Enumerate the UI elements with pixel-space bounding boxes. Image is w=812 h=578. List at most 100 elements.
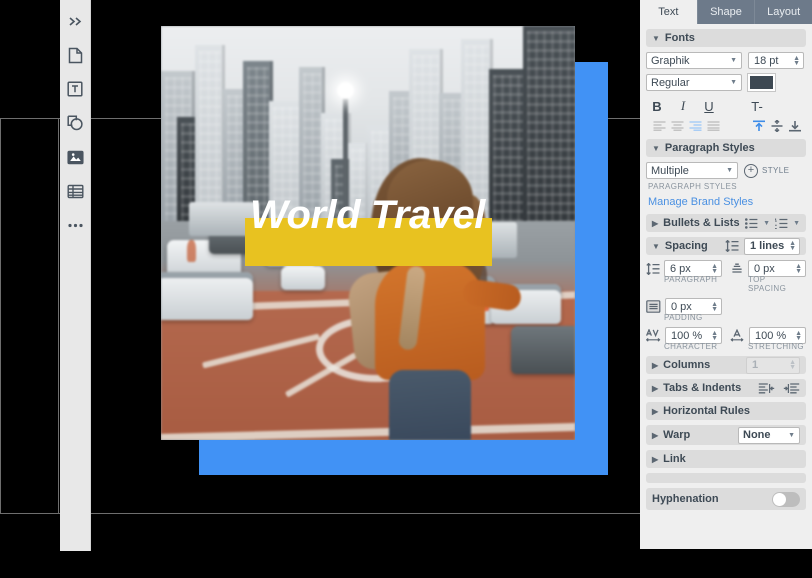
caret-down-icon: ▼: [652, 241, 660, 251]
font-size-value: 18 pt: [754, 54, 779, 67]
section-horizontal-rules-header[interactable]: ▶ Horizontal Rules: [646, 402, 806, 420]
numbered-list-icon[interactable]: [775, 218, 788, 229]
align-left-button[interactable]: [650, 119, 668, 133]
bulleted-list-dropdown[interactable]: ▼: [763, 220, 770, 227]
section-link-header[interactable]: ▶ Link: [646, 450, 806, 468]
padding-icon: [646, 300, 661, 313]
page-tool-button[interactable]: [60, 38, 91, 72]
vehicle: [161, 272, 253, 320]
chevron-down-icon: ▼: [730, 57, 737, 64]
page-icon: [68, 47, 83, 64]
left-toolbar[interactable]: [60, 0, 91, 551]
valign-bottom-button[interactable]: [786, 119, 804, 133]
character-spacing-value: 100 %: [671, 329, 703, 342]
panel-body: ▼ Fonts Graphik ▼ 18 pt ▲ ▼ Regular ▼ B I…: [640, 24, 812, 510]
caret-down-icon: ▼: [652, 33, 660, 43]
panel-tabs[interactable]: Text Shape Layout: [640, 0, 812, 24]
font-style-select[interactable]: Regular ▼: [646, 74, 742, 91]
valign-top-button[interactable]: [750, 119, 768, 133]
align-justify-button[interactable]: [704, 119, 722, 133]
section-paragraph-styles-title: Paragraph Styles: [664, 142, 755, 154]
add-style-label: STYLE: [762, 166, 790, 175]
more-tools-button[interactable]: [60, 208, 91, 242]
tab-layout[interactable]: Layout: [755, 0, 812, 24]
bold-button[interactable]: B: [650, 99, 664, 114]
text-box-icon: [67, 81, 83, 97]
section-tabs-indents-title: Tabs & Indents: [663, 382, 742, 394]
chevron-down-icon: ▼: [730, 79, 737, 86]
section-columns-header[interactable]: ▶ Columns 1 ▲ ▼: [646, 356, 806, 374]
section-warp-title: Warp: [663, 429, 691, 441]
jeans: [389, 370, 472, 440]
section-spacing-header[interactable]: ▼ Spacing 1 lines ▲ ▼: [646, 237, 806, 255]
paragraph-styles-caption: PARAGRAPH STYLES: [648, 182, 737, 191]
tab-text[interactable]: Text: [640, 0, 698, 24]
spacing-fields-row3: 100 % ▲ ▼ CHARACTER 100 % ▲ ▼ STRETCHING: [646, 327, 806, 356]
italic-button[interactable]: I: [676, 98, 690, 114]
section-link-title: Link: [663, 453, 686, 465]
top-spacing-icon: [730, 263, 744, 275]
section-paragraph-styles-header[interactable]: ▼ Paragraph Styles: [646, 139, 806, 157]
expand-panel-button[interactable]: [60, 4, 91, 38]
stretching-value: 100 %: [755, 329, 787, 342]
section-spacing-title: Spacing: [664, 240, 708, 252]
decrease-indent-icon[interactable]: [758, 382, 775, 394]
font-family-row: Graphik ▼ 18 pt ▲ ▼: [646, 52, 806, 69]
font-color-swatch[interactable]: [748, 74, 775, 91]
table-tool-button[interactable]: [60, 174, 91, 208]
section-fonts-header[interactable]: ▼ Fonts: [646, 29, 806, 47]
spacing-fields-row1: 6 px ▲ ▼ PARAGRAPH 0 px ▲ ▼ TOP SPACING: [646, 260, 806, 298]
bulleted-list-icon[interactable]: [745, 217, 758, 229]
underline-button[interactable]: U: [702, 99, 716, 114]
columns-stepper[interactable]: 1 ▲ ▼: [746, 356, 800, 374]
guide-horizontal-bottom: [0, 513, 640, 514]
caret-right-icon: ▶: [652, 360, 659, 370]
paragraph-style-select[interactable]: Multiple ▼: [646, 162, 738, 179]
stretching-caption: STRETCHING: [748, 342, 804, 351]
chevron-down-icon: ▼: [726, 167, 733, 174]
chevron-down-icon: ▼: [788, 431, 795, 439]
text-format-row: B I U T-: [646, 96, 806, 118]
hyphenation-row[interactable]: Hyphenation: [646, 488, 806, 510]
stretching-icon: [730, 329, 745, 342]
image-tool-button[interactable]: [60, 140, 91, 174]
manage-brand-styles-link[interactable]: Manage Brand Styles: [648, 196, 806, 208]
font-family-select[interactable]: Graphik ▼: [646, 52, 742, 69]
right-properties-panel[interactable]: Text Shape Layout ▼ Fonts Graphik ▼ 18 p…: [640, 0, 812, 549]
section-tabs-indents-header[interactable]: ▶ Tabs & Indents: [646, 379, 806, 397]
stepper-icon: ▲ ▼: [793, 54, 800, 67]
top-spacing-caption: TOP SPACING: [748, 275, 787, 293]
line-spacing-stepper[interactable]: 1 lines ▲ ▼: [744, 237, 800, 255]
text-options-button[interactable]: T-: [750, 99, 764, 114]
add-style-button[interactable]: + STYLE: [744, 163, 790, 178]
increase-indent-icon[interactable]: [783, 382, 800, 394]
section-warp-header[interactable]: ▶ Warp None ▼: [646, 425, 806, 445]
stepper-icon: ▲ ▼: [711, 262, 718, 275]
text-tool-button[interactable]: [60, 72, 91, 106]
align-right-button[interactable]: [686, 119, 704, 133]
plus-circle-icon: +: [744, 163, 758, 178]
align-center-button[interactable]: [668, 119, 686, 133]
alignment-row: [646, 118, 806, 139]
caret-right-icon: ▶: [652, 218, 659, 228]
numbered-list-dropdown[interactable]: ▼: [793, 220, 800, 227]
section-bullets-lists-header[interactable]: ▶ Bullets & Lists ▼ ▼: [646, 214, 806, 232]
shape-tool-button[interactable]: [60, 106, 91, 140]
hyphenation-toggle[interactable]: [772, 491, 800, 507]
table-icon: [67, 184, 84, 199]
stepper-icon: ▲ ▼: [711, 329, 718, 342]
warp-select[interactable]: None ▼: [738, 426, 800, 444]
canvas-area[interactable]: World Travel: [0, 0, 640, 578]
section-spacer: [646, 473, 806, 483]
paragraph-spacing-icon: [646, 262, 660, 275]
font-size-stepper[interactable]: 18 pt ▲ ▼: [748, 52, 804, 69]
spacing-fields-row2: 0 px ▲ ▼ PADDING: [646, 298, 806, 327]
heading-text[interactable]: World Travel: [250, 193, 500, 237]
hyphenation-label: Hyphenation: [652, 493, 719, 505]
tab-shape[interactable]: Shape: [697, 0, 756, 24]
caret-right-icon: ▶: [652, 383, 659, 393]
font-style-row: Regular ▼: [646, 74, 806, 91]
valign-middle-button[interactable]: [768, 119, 786, 133]
caret-down-icon: ▼: [652, 143, 660, 153]
vehicle: [281, 266, 325, 290]
